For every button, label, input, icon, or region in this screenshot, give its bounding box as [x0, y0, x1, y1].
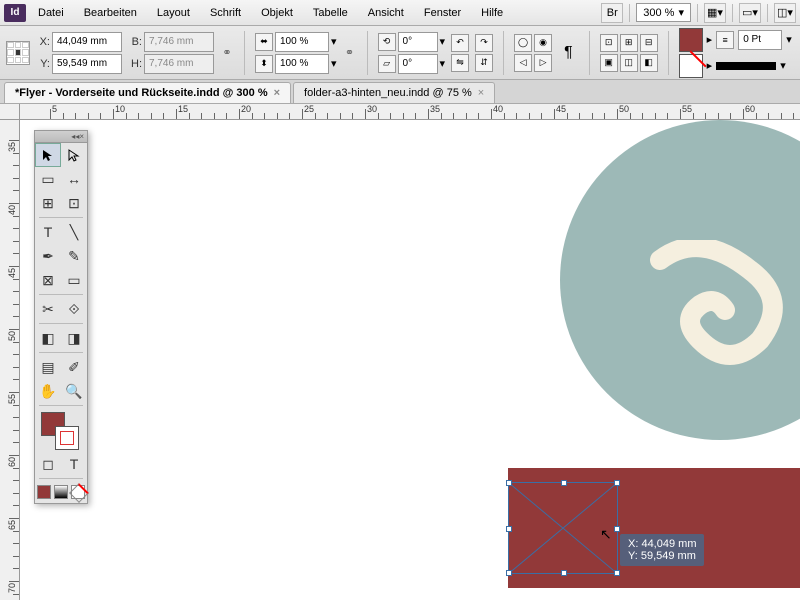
screen-mode-icon[interactable]: ▭▾	[739, 3, 761, 23]
line-tool[interactable]: ╲	[61, 220, 87, 244]
free-transform-tool[interactable]: ⟐	[61, 297, 87, 321]
stroke-color-proxy[interactable]	[55, 426, 79, 450]
y-input[interactable]	[52, 54, 122, 74]
constrain-wh-icon[interactable]: ⚭	[220, 35, 234, 71]
hand-tool[interactable]: ✋	[35, 379, 61, 403]
gradient-swatch-tool[interactable]: ◧	[35, 326, 61, 350]
fit-content-icon[interactable]: ⊡	[600, 34, 618, 52]
rotate-icon: ⟲	[378, 33, 396, 51]
w-input[interactable]	[144, 32, 214, 52]
menu-fenster[interactable]: Fenster	[416, 4, 469, 22]
stroke-style[interactable]	[716, 62, 776, 70]
horizontal-ruler[interactable]: 51015202530354045505560	[20, 104, 800, 120]
flip-h-icon[interactable]: ⇋	[451, 54, 469, 72]
rectangle-frame-tool[interactable]: ⊠	[35, 268, 61, 292]
page-tool[interactable]: ▭	[35, 167, 61, 191]
app-icon: Id	[4, 4, 26, 22]
rotate-cw-icon[interactable]: ↷	[475, 34, 493, 52]
formatting-container-icon[interactable]: ◻	[35, 452, 61, 476]
center-content-icon[interactable]: ⊟	[640, 34, 658, 52]
pen-tool[interactable]: ✒	[35, 244, 61, 268]
select-prev-icon[interactable]: ◁	[514, 54, 532, 72]
h-input[interactable]	[144, 54, 214, 74]
menu-hilfe[interactable]: Hilfe	[473, 4, 511, 22]
arrange-icon[interactable]: ◫▾	[774, 3, 796, 23]
menu-bearbeiten[interactable]: Bearbeiten	[76, 4, 145, 22]
fill-frame-icon[interactable]: ▣	[600, 54, 618, 72]
pencil-tool[interactable]: ✎	[61, 244, 87, 268]
scissors-tool[interactable]: ✂	[35, 297, 61, 321]
type-tool[interactable]: T	[35, 220, 61, 244]
shear-input[interactable]	[398, 54, 438, 74]
content-placer-tool[interactable]: ⊡	[61, 191, 87, 215]
close-icon[interactable]: ×	[274, 87, 280, 99]
fill-stroke-proxy[interactable]	[35, 408, 87, 452]
scale-y-input[interactable]	[275, 54, 329, 74]
stroke-weight-input[interactable]	[738, 30, 782, 50]
menu-schrift[interactable]: Schrift	[202, 4, 249, 22]
rotate-input[interactable]	[398, 32, 438, 52]
scale-x-input[interactable]	[275, 32, 329, 52]
rotate-ccw-icon[interactable]: ↶	[451, 34, 469, 52]
canvas[interactable]: ↖ X: 44,049 mm Y: 59,549 mm	[20, 120, 800, 600]
vertical-ruler[interactable]: 3540455055606570	[0, 120, 20, 600]
apply-none-icon[interactable]	[71, 485, 85, 499]
zoom-tool[interactable]: 🔍	[61, 379, 87, 403]
note-tool[interactable]: ▤	[35, 355, 61, 379]
menu-tabelle[interactable]: Tabelle	[305, 4, 356, 22]
control-bar: X: Y: B: H: ⚭ ⬌▾ ⬍▾ ⚭ ⟲▾ ▱▾ ↶ ⇋ ↷ ⇵ ◯ ◉ …	[0, 26, 800, 80]
formatting-text-icon[interactable]: T	[61, 452, 87, 476]
eyedropper-tool[interactable]: ✐	[61, 355, 87, 379]
stroke-swatch[interactable]	[679, 54, 703, 78]
close-icon[interactable]: ×	[79, 132, 84, 141]
tab-flyer[interactable]: *Flyer - Vorderseite und Rückseite.indd …	[4, 82, 291, 103]
menu-layout[interactable]: Layout	[149, 4, 198, 22]
gap-tool[interactable]: ↔	[61, 167, 87, 191]
view-options-icon[interactable]: ▦▾	[704, 3, 726, 23]
apply-color-icon[interactable]	[37, 485, 51, 499]
apply-gradient-icon[interactable]	[54, 485, 68, 499]
scale-x-icon: ⬌	[255, 33, 273, 51]
x-input[interactable]	[52, 32, 122, 52]
menu-bar: Id Datei Bearbeiten Layout Schrift Objek…	[0, 0, 800, 26]
auto-fit-icon[interactable]: ◧	[640, 54, 658, 72]
collapse-icon[interactable]: ◂◂	[71, 132, 79, 141]
cursor-icon: ↖	[600, 526, 612, 543]
shear-icon: ▱	[378, 55, 396, 73]
position-tooltip: X: 44,049 mm Y: 59,549 mm	[620, 534, 704, 566]
content-collector-tool[interactable]: ⊞	[35, 191, 61, 215]
select-next-icon[interactable]: ▷	[534, 54, 552, 72]
direct-selection-tool[interactable]	[61, 143, 87, 167]
menu-datei[interactable]: Datei	[30, 4, 72, 22]
close-icon[interactable]: ×	[478, 87, 484, 99]
document-tabs: *Flyer - Vorderseite und Rückseite.indd …	[0, 80, 800, 104]
stroke-icon: ≡	[716, 31, 734, 49]
tab-folder[interactable]: folder-a3-hinten_neu.indd @ 75 %×	[293, 82, 495, 103]
menu-objekt[interactable]: Objekt	[253, 4, 301, 22]
gradient-feather-tool[interactable]: ◨	[61, 326, 87, 350]
menu-ansicht[interactable]: Ansicht	[360, 4, 412, 22]
tools-panel[interactable]: ◂◂× ▭ ↔ ⊞ ⊡ T ╲ ✒ ✎ ⊠ ▭ ✂ ⟐ ◧ ◨ ▤ ✐ ✋ 🔍 …	[34, 130, 88, 504]
bridge-button[interactable]: Br	[601, 3, 623, 23]
swirl-art	[640, 240, 800, 380]
constrain-scale-icon[interactable]: ⚭	[343, 35, 357, 71]
reference-point[interactable]	[6, 41, 30, 65]
fit-frame-icon[interactable]: ⊞	[620, 34, 638, 52]
ruler-origin[interactable]	[0, 104, 20, 120]
scale-y-icon: ⬍	[255, 55, 273, 73]
fit-prop-icon[interactable]: ◫	[620, 54, 638, 72]
zoom-level[interactable]: 300 %▾	[636, 3, 691, 22]
fill-swatch[interactable]	[679, 28, 703, 52]
select-container-icon[interactable]: ◯	[514, 34, 532, 52]
rectangle-tool[interactable]: ▭	[61, 268, 87, 292]
selection-tool[interactable]	[35, 143, 61, 167]
select-content-icon[interactable]: ◉	[534, 34, 552, 52]
flip-v-icon[interactable]: ⇵	[475, 54, 493, 72]
paragraph-mark-icon: ¶	[564, 44, 573, 62]
